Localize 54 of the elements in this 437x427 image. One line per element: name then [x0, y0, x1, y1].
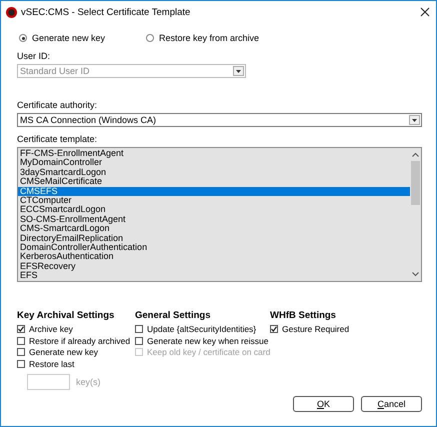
radio-label: Restore key from archive	[159, 33, 260, 43]
checkbox-label: Archive key	[29, 324, 73, 334]
unit-label: key(s)	[76, 377, 100, 387]
checkbox-label: Restore last	[29, 358, 74, 369]
list-item[interactable]: DomainControllerAuthentication	[18, 242, 410, 252]
scroll-up-icon	[412, 152, 419, 157]
cancel-button[interactable]: Cancel	[361, 396, 422, 412]
section-heading: Key Archival Settings	[17, 310, 116, 321]
field-label: Certificate template:	[17, 134, 98, 144]
checkbox[interactable]	[17, 336, 25, 345]
radio-button[interactable]	[19, 34, 27, 42]
list-item[interactable]: CMSeMailCertificate	[18, 177, 410, 187]
checkbox-label: Generate new key when reissue	[147, 336, 268, 346]
checkbox[interactable]	[17, 348, 25, 356]
checkbox-label: Update {altSecurityIdentities}	[147, 324, 256, 334]
list-item[interactable]: CMS-SmartcardLogon	[18, 224, 410, 234]
dropdown-arrow-icon	[412, 118, 417, 122]
checkbox-label: Gesture Required	[282, 324, 350, 334]
dropdown[interactable]: MS CA Connection (Windows CA)	[17, 113, 422, 127]
checkbox-label: Generate new key	[29, 347, 98, 358]
checkbox[interactable]	[17, 360, 25, 368]
checkbox-label: Keep old key / certificate on card	[147, 347, 270, 358]
template-list[interactable]	[17, 147, 422, 282]
checkbox[interactable]	[135, 336, 143, 345]
list-item[interactable]: EFSRecovery	[18, 262, 410, 272]
list-item[interactable]: ECCSmartcardLogon	[18, 205, 410, 215]
list-item[interactable]: CMSEFS	[18, 186, 410, 196]
dropdown-arrow-icon	[236, 70, 241, 72]
radio-option[interactable]: Restore key from archive	[146, 33, 273, 43]
scroll-down-icon	[412, 272, 419, 277]
list-item[interactable]: DirectoryEmailReplication	[18, 234, 410, 243]
checkbox[interactable]	[17, 325, 25, 334]
app-logo-icon	[6, 6, 17, 18]
scrollbar-thumb[interactable]	[411, 161, 420, 205]
list-item[interactable]: EFS	[18, 271, 410, 280]
list-item[interactable]: SO-CMS-EnrollmentAgent	[18, 214, 410, 224]
checkbox[interactable]	[135, 325, 143, 334]
radio-label: Generate new key	[32, 33, 106, 43]
list-item[interactable]: FF-CMS-EnrollmentAgent	[18, 149, 410, 158]
window-title: vSEC:CMS - Select Certificate Template	[21, 6, 192, 18]
section-heading: WHfB Settings	[270, 310, 337, 321]
close-icon[interactable]	[420, 7, 430, 17]
radio-option[interactable]: Generate new key	[19, 33, 146, 43]
checkbox[interactable]	[270, 325, 278, 334]
list-item[interactable]: CTComputer	[18, 196, 410, 206]
ok-button[interactable]: OK	[293, 396, 354, 412]
field-label: User ID:	[17, 51, 52, 61]
list-item[interactable]: 3daySmartcardLogon	[18, 168, 410, 178]
checkbox-label: Restore if already archived	[29, 336, 130, 346]
field-label: Certificate authority:	[17, 100, 98, 110]
list-item[interactable]: KerberosAuthentication	[18, 252, 410, 262]
radio-button[interactable]	[146, 34, 154, 42]
section-heading: General Settings	[135, 310, 212, 321]
list-item[interactable]: MyDomainController	[18, 158, 410, 168]
